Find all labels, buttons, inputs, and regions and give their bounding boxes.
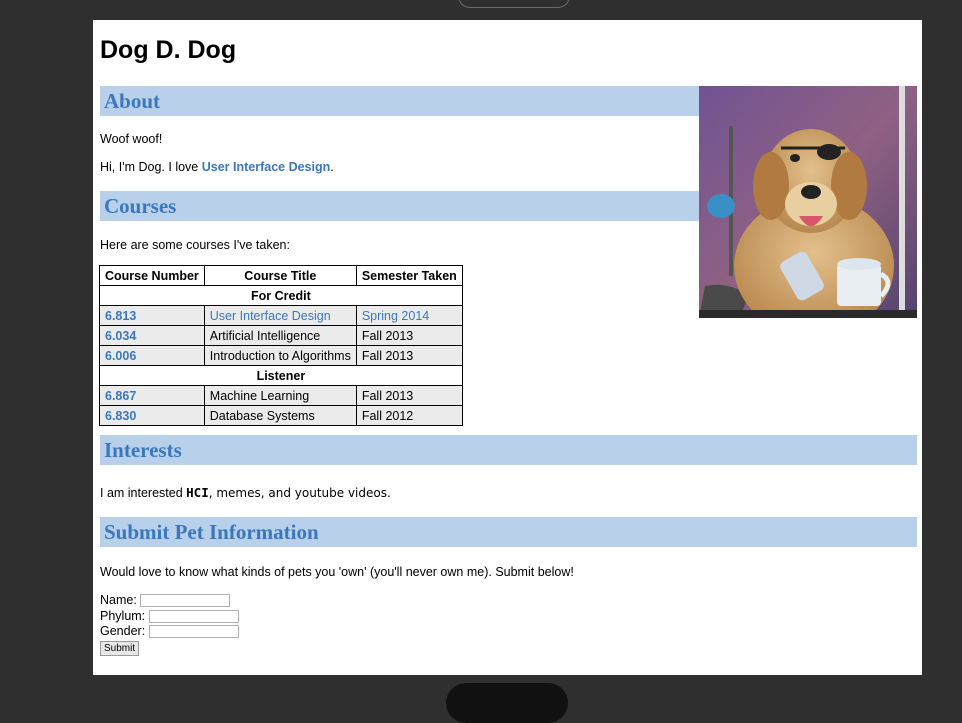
column-header-title: Course Title	[203, 265, 357, 286]
courses-intro: Here are some courses I've taken:	[100, 238, 290, 252]
section-title-courses: Courses	[104, 194, 177, 218]
interests-rest: , memes, and youtube videos.	[208, 486, 391, 500]
gender-label: Gender:	[100, 624, 146, 638]
phylum-row: Phylum:	[100, 609, 239, 625]
gender-input[interactable]	[148, 625, 239, 639]
pet-form: Name: Phylum: Gender: Submit	[100, 593, 239, 656]
course-semester: Fall 2013	[355, 385, 463, 406]
section-header-about: About	[100, 86, 699, 116]
hci-text: HCI	[186, 485, 209, 500]
window-handle-top	[458, 0, 570, 8]
group-label-listener: Listener	[99, 365, 463, 386]
course-number-link[interactable]: 6.830	[99, 405, 205, 426]
table-row: 6.813 User Interface Design Spring 2014	[99, 305, 463, 326]
course-number-link[interactable]: 6.006	[99, 345, 205, 366]
table-group-row: For Credit	[99, 285, 463, 306]
table-header-row: Course Number Course Title Semester Take…	[99, 265, 463, 286]
group-label-credit: For Credit	[99, 285, 463, 306]
table-row: 6.006 Introduction to Algorithms Fall 20…	[99, 345, 463, 366]
section-header-courses: Courses	[100, 191, 699, 221]
about-text-2: Hi, I'm Dog. I love User Interface Desig…	[100, 160, 334, 174]
submit-button[interactable]: Submit	[100, 640, 140, 656]
course-title: User Interface Design	[203, 305, 357, 326]
about-text-prefix: Hi, I'm Dog. I love	[100, 160, 202, 174]
table-row: 6.034 Artificial Intelligence Fall 2013	[99, 325, 463, 346]
phylum-label: Phylum:	[100, 608, 146, 623]
gender-row: Gender:	[100, 624, 239, 640]
submit-intro: Would love to know what kinds of pets yo…	[100, 565, 574, 579]
course-semester: Fall 2013	[355, 345, 463, 366]
table-group-row: Listener	[99, 365, 463, 386]
courses-table: Course Number Course Title Semester Take…	[99, 265, 463, 426]
dog-photo	[699, 86, 917, 318]
section-title-interests: Interests	[104, 438, 182, 462]
course-semester: Fall 2012	[355, 405, 463, 426]
course-title: Introduction to Algorithms	[203, 345, 357, 366]
course-semester: Spring 2014	[355, 305, 463, 326]
web-page: Dog D. Dog About Woof woof! Hi, I'm Dog.…	[93, 20, 922, 675]
window-handle-bottom	[446, 683, 568, 723]
name-label: Name:	[100, 593, 137, 607]
course-title: Artificial Intelligence	[203, 325, 357, 346]
uid-link[interactable]: User Interface Design	[202, 160, 331, 174]
column-header-number: Course Number	[99, 265, 205, 286]
page-title: Dog D. Dog	[100, 36, 237, 64]
about-text-1: Woof woof!	[100, 132, 163, 146]
course-number-link[interactable]: 6.034	[99, 325, 205, 346]
course-number-link[interactable]: 6.813	[99, 305, 205, 326]
interests-prefix: I am interested	[100, 486, 187, 500]
course-title: Machine Learning	[203, 385, 357, 406]
interests-text: I am interested HCI, memes, and youtube …	[100, 485, 391, 500]
section-header-interests: Interests	[100, 435, 917, 465]
course-semester: Fall 2013	[355, 325, 463, 346]
table-row: 6.830 Database Systems Fall 2012	[99, 405, 463, 426]
course-title: Database Systems	[203, 405, 357, 426]
course-number-link[interactable]: 6.867	[99, 385, 205, 406]
name-row: Name:	[100, 593, 239, 609]
section-title-submit: Submit Pet Information	[104, 520, 319, 544]
table-row: 6.867 Machine Learning Fall 2013	[99, 385, 463, 406]
phylum-input[interactable]	[148, 609, 239, 623]
column-header-semester: Semester Taken	[355, 265, 463, 286]
section-header-submit: Submit Pet Information	[100, 517, 917, 547]
section-title-about: About	[104, 89, 161, 113]
about-text-suffix: .	[330, 160, 334, 174]
name-input[interactable]	[140, 594, 231, 608]
